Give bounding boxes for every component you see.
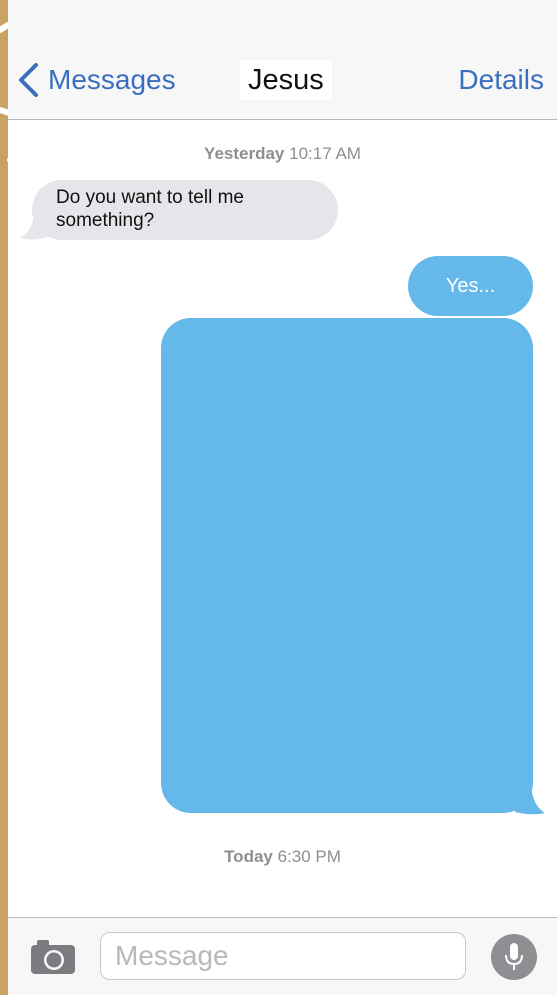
microphone-icon [505, 943, 523, 970]
timestamp-yesterday: Yesterday 10:17 AM [8, 144, 557, 164]
timestamp-day: Yesterday [204, 144, 285, 163]
outgoing-long-message-bubble[interactable] [161, 318, 533, 813]
back-label: Messages [48, 64, 176, 95]
message-input[interactable] [100, 932, 466, 980]
camera-icon[interactable] [30, 936, 76, 976]
timestamp-today: Today 6:30 PM [8, 847, 557, 867]
messages-screen: Messages Jesus Details Yesterday 10:17 A… [8, 0, 557, 995]
timestamp-time: 10:17 AM [289, 144, 361, 163]
microphone-button[interactable] [491, 934, 537, 980]
timestamp-day: Today [224, 847, 273, 866]
details-button[interactable]: Details [458, 60, 544, 100]
message-input-bar [8, 917, 557, 995]
navigation-bar: Messages Jesus Details [8, 0, 557, 120]
back-button[interactable]: Messages [16, 60, 176, 100]
chevron-left-icon [19, 63, 38, 97]
incoming-message-bubble[interactable]: Do you want to tell me something? [32, 180, 338, 240]
conversation-title: Jesus [240, 60, 332, 100]
outgoing-message-bubble[interactable]: Yes... [408, 256, 533, 316]
timestamp-time: 6:30 PM [277, 847, 341, 866]
